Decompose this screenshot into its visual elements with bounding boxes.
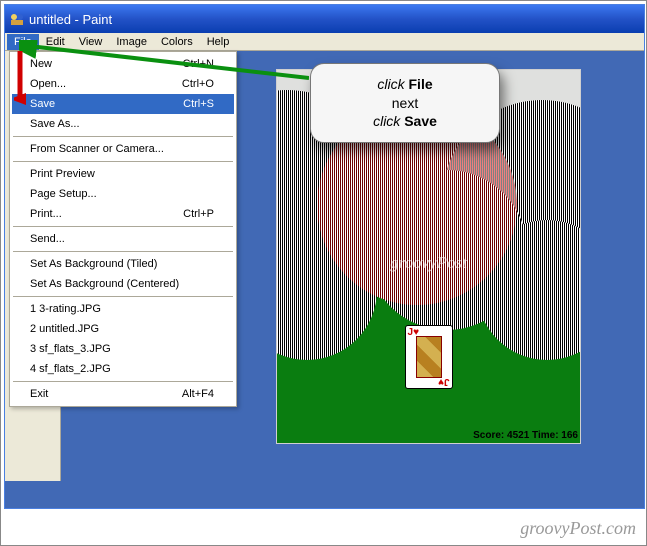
menu-item-label: 1 3-rating.JPG	[30, 303, 101, 315]
file-menu-save-as[interactable]: Save As...	[12, 114, 234, 134]
file-menu-save[interactable]: Save Ctrl+S	[12, 94, 234, 114]
file-menu-new[interactable]: New Ctrl+N	[12, 54, 234, 74]
menu-item-label: Exit	[30, 388, 48, 400]
file-menu-exit[interactable]: Exit Alt+F4	[12, 384, 234, 404]
menu-item-label: Print Preview	[30, 168, 95, 180]
file-menu-1-3-rating-jpg[interactable]: 1 3-rating.JPG	[12, 299, 234, 319]
paint-app-icon	[9, 11, 25, 27]
menu-item-shortcut: Alt+F4	[182, 388, 214, 400]
brand-footer: groovyPost.com	[520, 518, 636, 539]
menu-separator	[13, 161, 233, 162]
menu-separator	[13, 251, 233, 252]
menu-item-label: 4 sf_flats_2.JPG	[30, 363, 111, 375]
file-menu-print[interactable]: Print... Ctrl+P	[12, 204, 234, 224]
menu-item-shortcut: Ctrl+S	[183, 98, 214, 110]
file-menu-set-as-background-centered[interactable]: Set As Background (Centered)	[12, 274, 234, 294]
playing-card-jack-hearts: J♥ J♥	[405, 325, 453, 389]
menu-colors[interactable]: Colors	[154, 34, 200, 50]
file-menu-4-sf-flats-2-jpg[interactable]: 4 sf_flats_2.JPG	[12, 359, 234, 379]
window-title: untitled - Paint	[29, 12, 640, 27]
file-menu-2-untitled-jpg[interactable]: 2 untitled.JPG	[12, 319, 234, 339]
menu-separator	[13, 381, 233, 382]
instruction-callout: click File next click Save	[310, 63, 500, 143]
menu-item-label: Page Setup...	[30, 188, 97, 200]
menu-item-label: New	[30, 58, 52, 70]
menu-item-label: Set As Background (Tiled)	[30, 258, 157, 270]
solitaire-status: Score: 4521 Time: 166	[473, 430, 578, 441]
menu-item-shortcut: Ctrl+O	[182, 78, 214, 90]
menu-item-label: Send...	[30, 233, 65, 245]
file-menu-set-as-background-tiled[interactable]: Set As Background (Tiled)	[12, 254, 234, 274]
menu-separator	[13, 136, 233, 137]
menu-separator	[13, 296, 233, 297]
menu-item-label: 2 untitled.JPG	[30, 323, 99, 335]
menu-item-label: Print...	[30, 208, 62, 220]
menu-item-label: Save As...	[30, 118, 80, 130]
menu-item-shortcut: Ctrl+N	[183, 58, 214, 70]
menu-item-label: Open...	[30, 78, 66, 90]
menu-separator	[13, 226, 233, 227]
menu-view[interactable]: View	[72, 34, 110, 50]
file-menu-print-preview[interactable]: Print Preview	[12, 164, 234, 184]
menu-item-label: Set As Background (Centered)	[30, 278, 179, 290]
titlebar: untitled - Paint	[5, 5, 644, 33]
menu-help[interactable]: Help	[200, 34, 237, 50]
file-menu-open[interactable]: Open... Ctrl+O	[12, 74, 234, 94]
file-menu-send[interactable]: Send...	[12, 229, 234, 249]
paint-window: untitled - Paint FileEditViewImageColors…	[4, 4, 645, 509]
menu-image[interactable]: Image	[109, 34, 154, 50]
file-menu-dropdown: New Ctrl+N Open... Ctrl+O Save Ctrl+S Save As.…	[9, 51, 237, 407]
menu-item-shortcut: Ctrl+P	[183, 208, 214, 220]
file-menu-from-scanner-or-camera[interactable]: From Scanner or Camera...	[12, 139, 234, 159]
file-menu-page-setup[interactable]: Page Setup...	[12, 184, 234, 204]
menu-item-label: 3 sf_flats_3.JPG	[30, 343, 111, 355]
menubar: FileEditViewImageColorsHelp	[5, 33, 644, 51]
menu-item-label: Save	[30, 98, 55, 110]
menu-edit[interactable]: Edit	[39, 34, 72, 50]
menu-item-label: From Scanner or Camera...	[30, 143, 164, 155]
menu-file[interactable]: File	[7, 34, 39, 50]
file-menu-3-sf-flats-3-jpg[interactable]: 3 sf_flats_3.JPG	[12, 339, 234, 359]
